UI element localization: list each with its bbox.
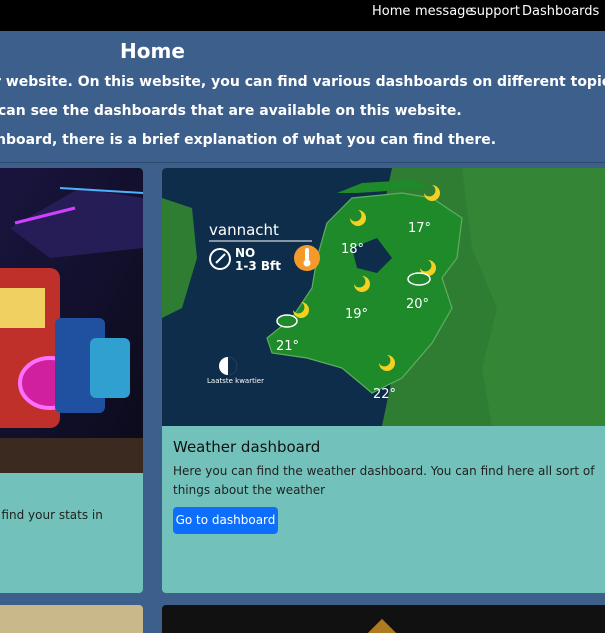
arcade-dashboard-card: n find your stats in	[0, 168, 143, 593]
section-divider	[0, 162, 605, 163]
navbar: Home message support Dashboards	[0, 0, 605, 31]
map-wind-force: 1-3 Bft	[235, 259, 281, 273]
map-wind-direction: NO	[235, 246, 255, 260]
go-to-weather-dashboard-button[interactable]: Go to dashboard	[173, 507, 278, 534]
nav-link-message[interactable]: message	[415, 4, 473, 19]
map-moon-phase: Laatste kwartier	[207, 377, 264, 385]
nav-dropdown-dashboards[interactable]: Dashboards	[522, 4, 605, 19]
map-temp-east: 20°	[406, 297, 429, 312]
weather-card-text: Here you can find the weather dashboard.…	[173, 464, 595, 497]
weather-map-image: vannacht NO 1-3 Bft Laatste kwartier 17°	[162, 168, 605, 426]
weather-card-title: Weather dashboard	[173, 438, 321, 456]
arcade-card-text: n find your stats in	[0, 508, 103, 522]
hero-section: Home r website. On this website, you can…	[0, 31, 605, 161]
arcade-image	[0, 168, 143, 473]
page-title: Home	[120, 39, 185, 63]
next-card-right-image	[162, 605, 605, 633]
map-temp-southwest: 21°	[276, 339, 299, 354]
nav-link-support[interactable]: support	[470, 4, 520, 19]
next-card-left-image	[0, 605, 143, 633]
hero-intro-line: r website. On this website, you can find…	[0, 74, 605, 90]
map-temp-west: 18°	[341, 242, 364, 257]
hero-explanation-line: hboard, there is a brief explanation of …	[0, 132, 497, 148]
map-temp-south: 22°	[373, 387, 396, 402]
nav-dropdown-label: Dashboards	[522, 4, 600, 19]
map-label-vannacht: vannacht	[209, 221, 279, 239]
map-temp-north: 17°	[408, 221, 431, 236]
hero-dashboards-line: can see the dashboards that are availabl…	[0, 103, 462, 119]
weather-dashboard-card: vannacht NO 1-3 Bft Laatste kwartier 17°	[162, 168, 605, 593]
nav-link-home[interactable]: Home	[372, 4, 410, 19]
map-temp-center: 19°	[345, 307, 368, 322]
ornament-icon	[367, 618, 397, 633]
page: Home message support Dashboards Home r w…	[0, 0, 605, 633]
